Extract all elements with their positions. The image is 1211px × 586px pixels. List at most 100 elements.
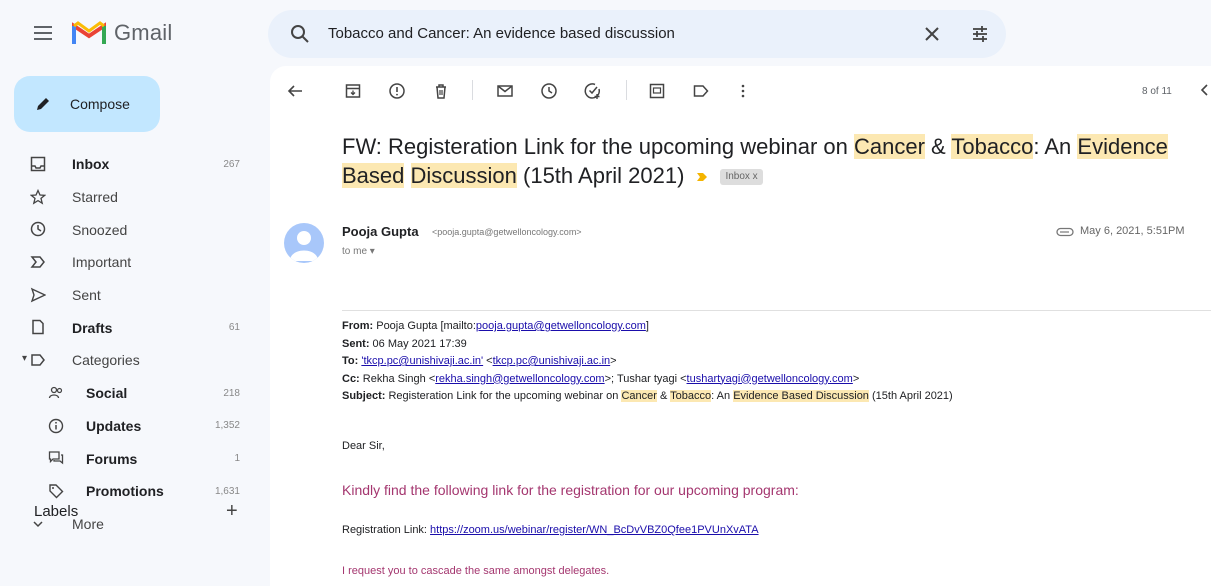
to-email-link-2[interactable]: tkcp.pc@unishivaji.ac.in (493, 355, 611, 367)
star-icon (30, 188, 46, 205)
sidebar-item-snoozed[interactable]: Snoozed (0, 213, 262, 246)
sent-value: 06 May 2021 17:39 (369, 337, 467, 350)
from-email-link[interactable]: pooja.gupta@getwelloncology.com (476, 320, 646, 332)
to-label: To: (342, 355, 359, 367)
subject-fragment (404, 163, 410, 188)
recipient-details-toggle[interactable]: to me ▾ (342, 246, 375, 257)
subject-line: Subject: Registeration Link for the upco… (342, 388, 1202, 406)
label-icon (31, 354, 45, 366)
subject-fragment: & (924, 134, 952, 159)
registration-intro: Kindly find the following link for the r… (342, 482, 799, 498)
subject-line-text: Registeration Link for the upcoming webi… (385, 390, 953, 402)
unread-count: 1,631 (214, 485, 240, 497)
sidebar: Compose Inbox 267 Starred Snoozed Import… (0, 66, 262, 586)
back-arrow-icon[interactable] (286, 82, 304, 100)
close-icon[interactable] (924, 26, 940, 42)
important-marker-icon[interactable] (696, 171, 708, 183)
message-toolbar: 8 of 11 (270, 66, 1211, 114)
sender-name: Pooja Gupta (342, 224, 419, 239)
highlighted-term: Based (342, 163, 405, 188)
message-date: May 6, 2021, 5:51PM (1080, 225, 1185, 237)
to-email-link[interactable]: 'tkcp.pc@unishivaji.ac.in' (361, 355, 483, 367)
sidebar-item-label: Categories (72, 352, 140, 369)
compose-button[interactable]: Compose (14, 76, 160, 132)
sidebar-item-label: Forums (86, 450, 138, 467)
subject-fragment: (15th April 2021) (868, 390, 953, 402)
add-label-button[interactable]: + (226, 500, 238, 523)
add-task-icon[interactable] (584, 82, 602, 100)
cc-name-1: Rekha Singh < (359, 372, 436, 385)
unread-count: 218 (223, 387, 240, 399)
sidebar-item-label: Snoozed (72, 221, 128, 238)
sidebar-item-sent[interactable]: Sent (0, 279, 262, 312)
highlighted-term: Tobacco (951, 134, 1034, 159)
registration-link[interactable]: https://zoom.us/webinar/register/WN_BcDv… (430, 524, 759, 536)
people-icon (48, 386, 63, 398)
hamburger-menu-icon[interactable] (34, 24, 52, 42)
sidebar-item-important[interactable]: Important (0, 246, 262, 279)
subject-fragment: : An (1033, 134, 1078, 159)
search-input[interactable]: Tobacco and Cancer: An evidence based di… (328, 25, 675, 42)
expand-caret-icon[interactable]: ▾ (22, 353, 27, 364)
label-icon[interactable] (692, 82, 710, 100)
sidebar-item-label: Drafts (72, 319, 113, 336)
attachment-icon (1056, 227, 1074, 237)
report-spam-icon[interactable] (388, 82, 406, 100)
gmail-logo[interactable]: Gmail (72, 20, 172, 46)
sidebar-item-inbox[interactable]: Inbox 267 (0, 148, 262, 181)
registration-link-label: Registration Link: (342, 524, 431, 536)
search-icon[interactable] (290, 24, 310, 44)
unread-count: 1 (234, 453, 240, 465)
cc-separator: >; Tushar tyagi < (604, 372, 687, 385)
inbox-label-chip[interactable]: Inbox x (720, 169, 763, 186)
pencil-icon (37, 98, 49, 110)
email-subject: FW: Registeration Link for the upcoming … (342, 132, 1192, 190)
compose-label: Compose (70, 96, 130, 112)
toolbar-divider (626, 80, 627, 100)
cc-line: Cc: Rekha Singh <rekha.singh@getwellonco… (342, 371, 1202, 389)
sender-email: <pooja.gupta@getwelloncology.com> (432, 227, 582, 237)
to-close: > (610, 355, 617, 367)
more-vert-icon[interactable] (734, 82, 752, 100)
info-icon (48, 418, 64, 433)
email-body: From: Pooja Gupta [mailto:pooja.gupta@ge… (342, 318, 1202, 577)
cc-label: Cc: (342, 372, 360, 385)
from-label: From: (342, 320, 374, 332)
message-view: 8 of 11 FW: Registeration Link for the u… (270, 66, 1211, 586)
chevron-left-icon[interactable] (1198, 82, 1210, 98)
subject-fragment: : An (711, 390, 734, 402)
sidebar-item-drafts[interactable]: Drafts 61 (0, 311, 262, 344)
app-name: Gmail (114, 20, 173, 45)
sidebar-item-starred[interactable]: Starred (0, 181, 262, 214)
sidebar-item-label: Updates (86, 417, 142, 434)
search-bar[interactable]: Tobacco and Cancer: An evidence based di… (268, 10, 1006, 58)
person-icon (290, 231, 318, 261)
sidebar-item-label: Inbox (72, 156, 110, 173)
cc-email-link-1[interactable]: rekha.singh@getwelloncology.com (435, 373, 604, 385)
move-to-icon[interactable] (648, 82, 666, 100)
sidebar-item-social[interactable]: Social 218 (0, 377, 262, 410)
unread-count: 1,352 (214, 420, 240, 432)
gmail-m-icon (72, 21, 106, 44)
to-line: To: 'tkcp.pc@unishivaji.ac.in' <tkcp.pc@… (342, 353, 1202, 371)
sidebar-item-categories[interactable]: ▾ Categories (0, 344, 262, 377)
from-name: Pooja Gupta [mailto: (373, 320, 476, 332)
archive-icon[interactable] (344, 82, 362, 100)
trash-icon[interactable] (432, 82, 450, 100)
sidebar-item-label: Starred (72, 189, 118, 206)
highlighted-term: Cancer (621, 390, 657, 402)
sender-avatar[interactable] (284, 223, 324, 263)
highlighted-term: Discussion (410, 163, 517, 188)
sidebar-item-forums[interactable]: Forums 1 (0, 442, 262, 475)
mark-unread-icon[interactable] (496, 82, 514, 100)
snooze-icon[interactable] (540, 82, 558, 100)
cc-email-link-2[interactable]: tushartyagi@getwelloncology.com (687, 373, 853, 385)
pagination-count: 8 of 11 (1142, 86, 1172, 97)
search-options-icon[interactable] (970, 24, 990, 44)
registration-link-line: Registration Link: https://zoom.us/webin… (342, 524, 759, 536)
from-close: ] (645, 320, 649, 332)
to-separator: < (483, 355, 493, 367)
highlighted-term: Evidence Based Discussion (733, 390, 869, 402)
sidebar-item-updates[interactable]: Updates 1,352 (0, 410, 262, 443)
header-divider (342, 310, 1211, 311)
